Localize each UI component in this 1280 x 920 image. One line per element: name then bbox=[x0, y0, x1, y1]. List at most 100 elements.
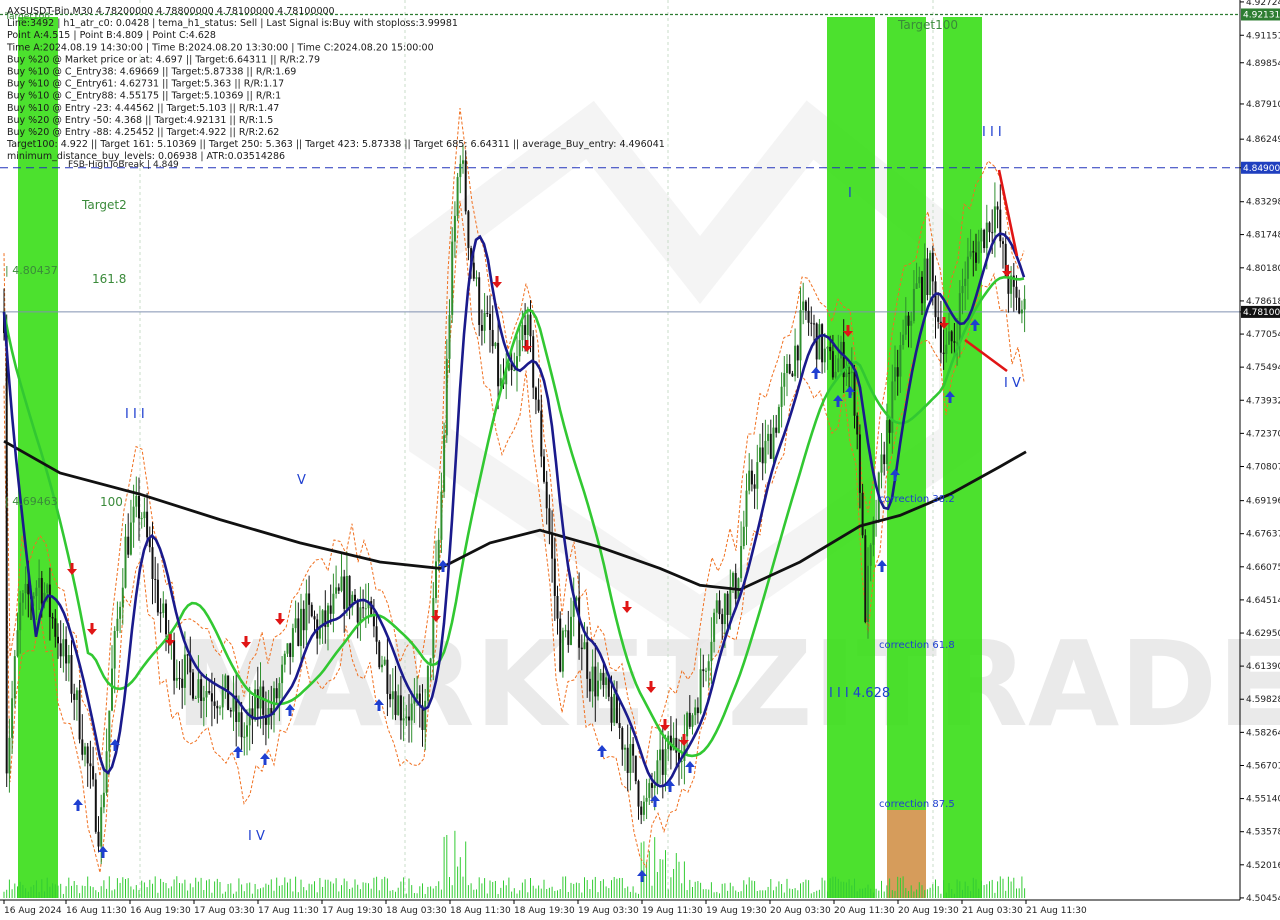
candle-bear bbox=[553, 558, 556, 596]
candle-bear bbox=[721, 614, 724, 625]
candle-bear bbox=[821, 324, 824, 363]
candle-bull bbox=[243, 736, 246, 738]
x-tick-label: 18 Aug 03:30 bbox=[386, 906, 447, 916]
y-tick-label: 4.58264 bbox=[1246, 728, 1280, 738]
candle-bull bbox=[802, 301, 805, 311]
highlight-band bbox=[827, 17, 875, 898]
candle-bull bbox=[964, 278, 967, 287]
candle-bull bbox=[1023, 298, 1026, 310]
candle-bull bbox=[772, 427, 775, 459]
candle-bull bbox=[518, 340, 521, 357]
wave-label: I I I bbox=[125, 407, 145, 422]
candle-bull bbox=[591, 666, 594, 692]
y-tick-label: 4.77054 bbox=[1246, 330, 1280, 340]
candle-bear bbox=[829, 346, 832, 352]
level-label: 100 bbox=[100, 495, 123, 509]
candle-bear bbox=[329, 605, 332, 614]
candle-bull bbox=[599, 672, 602, 681]
target-box bbox=[887, 810, 926, 898]
candle-bear bbox=[138, 495, 140, 519]
candle-bull bbox=[710, 641, 713, 662]
candle-bear bbox=[907, 315, 910, 326]
candle-bull bbox=[84, 746, 86, 755]
candle-bull bbox=[102, 792, 105, 808]
fib-label: correction 38.2 bbox=[879, 494, 955, 505]
wave-label: I I I bbox=[982, 125, 1002, 140]
candle-bear bbox=[256, 689, 259, 709]
candle-bull bbox=[21, 593, 24, 603]
wave-label: I I I 4.628 bbox=[829, 686, 890, 701]
candle-bear bbox=[626, 747, 629, 773]
candle-bull bbox=[132, 506, 135, 523]
candle-bear bbox=[337, 587, 340, 591]
candle-bear bbox=[618, 723, 621, 728]
candle-bull bbox=[437, 539, 440, 562]
y-tick-label: 4.64514 bbox=[1246, 596, 1280, 606]
candle-bull bbox=[705, 670, 707, 672]
candle-bear bbox=[831, 351, 834, 378]
candle-bear bbox=[94, 779, 97, 832]
candle-bull bbox=[278, 683, 281, 699]
candle-bear bbox=[275, 688, 278, 699]
candle-bull bbox=[108, 710, 111, 752]
candle-bull bbox=[659, 749, 662, 761]
info-line: Buy %10 @ C_Entry61: 4.62731 || Target:5… bbox=[7, 79, 284, 90]
candle-bull bbox=[786, 363, 788, 374]
candle-bear bbox=[354, 594, 356, 601]
candle-bull bbox=[756, 462, 759, 489]
candle-bear bbox=[92, 766, 95, 780]
candle-bear bbox=[637, 781, 640, 807]
candle-bear bbox=[983, 229, 986, 249]
x-tick-label: 21 Aug 11:30 bbox=[1026, 906, 1087, 916]
candle-bear bbox=[59, 643, 62, 657]
candle-bull bbox=[451, 241, 454, 315]
candle-bull bbox=[459, 163, 462, 178]
candle-bull bbox=[780, 386, 783, 407]
candle-bear bbox=[127, 536, 130, 555]
candle-bull bbox=[221, 688, 224, 708]
candle-bear bbox=[480, 324, 483, 331]
candle-bull bbox=[948, 331, 950, 345]
candle-bull bbox=[912, 288, 915, 321]
candle-bull bbox=[891, 381, 894, 433]
candle-bear bbox=[40, 577, 43, 604]
candle-bull bbox=[902, 334, 905, 346]
candle-bear bbox=[1015, 286, 1018, 298]
wave-label: I V bbox=[248, 829, 265, 844]
candle-bear bbox=[472, 262, 475, 279]
wave-label: V bbox=[297, 473, 306, 488]
candle-bear bbox=[661, 749, 664, 775]
candle-bull bbox=[424, 700, 427, 730]
candle-bull bbox=[445, 358, 448, 436]
x-tick-label: 19 Aug 11:30 bbox=[642, 906, 703, 916]
info-line: Buy %10 @ C_Entry88: 4.55175 || Target:5… bbox=[7, 91, 281, 102]
y-tick-label: 4.50454 bbox=[1246, 894, 1280, 904]
candle-bull bbox=[119, 606, 122, 619]
candle-bear bbox=[610, 696, 613, 723]
info-line: Buy %10 @ Entry -23: 4.44562 || Target:5… bbox=[7, 103, 279, 114]
candle-bull bbox=[629, 744, 632, 773]
candle-bull bbox=[885, 420, 888, 465]
candle-bear bbox=[559, 618, 562, 672]
info-line: Buy %20 @ Entry -50: 4.368 || Target:4.9… bbox=[7, 115, 273, 126]
candle-bear bbox=[394, 691, 397, 715]
candle-bear bbox=[308, 593, 311, 605]
candle-bear bbox=[791, 373, 794, 377]
candle-bear bbox=[208, 691, 211, 694]
x-tick-label: 20 Aug 19:30 bbox=[898, 906, 959, 916]
target-label: Target100 bbox=[897, 18, 958, 32]
candle-bull bbox=[732, 573, 734, 587]
highlight-band bbox=[943, 17, 982, 898]
y-tick-label: 4.87910 bbox=[1246, 100, 1280, 110]
candle-bear bbox=[240, 712, 243, 738]
candle-bear bbox=[934, 281, 937, 318]
candle-bear bbox=[537, 399, 540, 411]
candle-bear bbox=[991, 232, 994, 234]
candle-bear bbox=[810, 322, 813, 324]
candle-bear bbox=[988, 222, 991, 233]
candle-bull bbox=[410, 703, 413, 721]
x-tick-label: 19 Aug 03:30 bbox=[578, 906, 639, 916]
candle-bear bbox=[529, 314, 532, 337]
candle-bear bbox=[753, 484, 756, 489]
candle-bull bbox=[818, 324, 821, 360]
